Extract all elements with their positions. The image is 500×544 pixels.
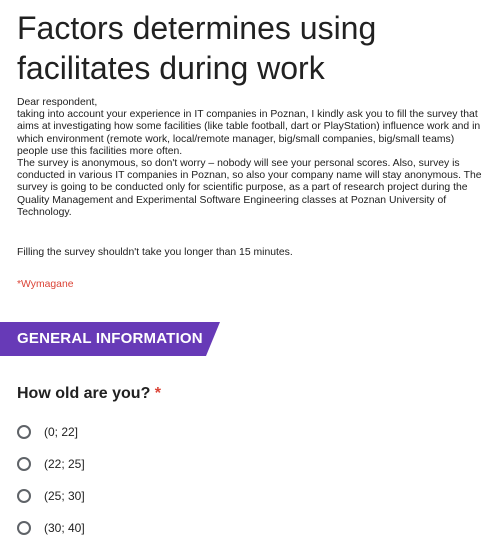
age-option[interactable]: (25; 30]: [17, 480, 317, 512]
radio-button[interactable]: [17, 521, 31, 535]
age-options: (0; 22] (22; 25] (25; 30] (30; 40]: [17, 416, 317, 544]
question-text: How old are you?: [17, 385, 151, 402]
form-description: Dear respondent, taking into account you…: [17, 97, 487, 219]
description-purpose: taking into account your experience in I…: [17, 109, 481, 157]
age-option[interactable]: (30; 40]: [17, 512, 317, 544]
option-label: (22; 25]: [44, 457, 85, 471]
radio-button[interactable]: [17, 457, 31, 471]
description-anonymity: The survey is anonymous, so don't worry …: [17, 158, 482, 218]
section-header: GENERAL INFORMATION: [0, 322, 220, 356]
age-option[interactable]: (0; 22]: [17, 416, 317, 448]
description-greeting: Dear respondent,: [17, 97, 98, 108]
option-label: (0; 22]: [44, 425, 79, 439]
option-label: (25; 30]: [44, 489, 85, 503]
option-label: (30; 40]: [44, 521, 85, 535]
form-title: Factors determines using facilitates dur…: [17, 10, 377, 86]
section-title: GENERAL INFORMATION: [17, 330, 203, 347]
radio-button[interactable]: [17, 489, 31, 503]
required-asterisk: *: [154, 385, 162, 402]
radio-button[interactable]: [17, 425, 31, 439]
required-note: *Wymagane: [17, 279, 74, 290]
age-option[interactable]: (22; 25]: [17, 448, 317, 480]
time-note: Filling the survey shouldn't take you lo…: [17, 247, 293, 258]
question-title: How old are you? *: [17, 384, 161, 404]
